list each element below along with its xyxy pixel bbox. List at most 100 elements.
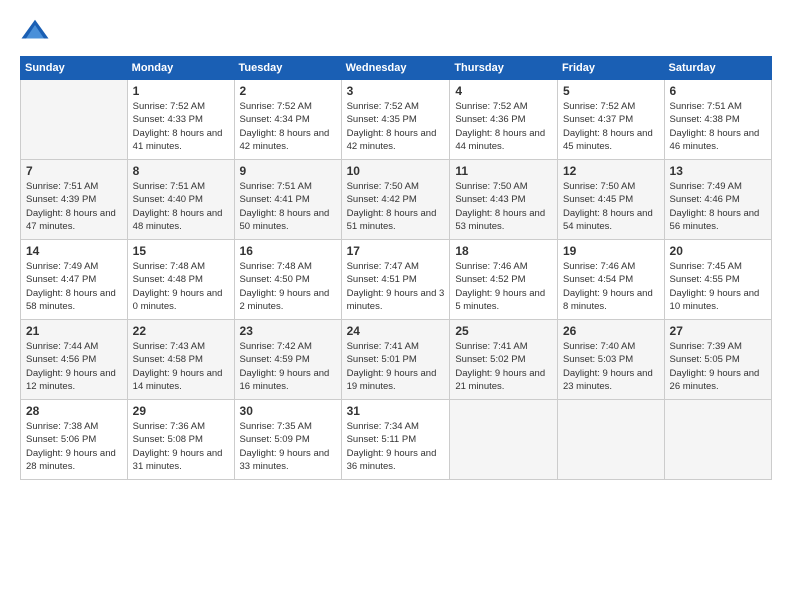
calendar-cell: 8 Sunrise: 7:51 AMSunset: 4:40 PMDaylight… [127,160,234,240]
calendar-cell: 30 Sunrise: 7:35 AMSunset: 5:09 PMDayligh… [234,400,341,480]
day-number: 7 [26,164,122,178]
day-number: 13 [670,164,766,178]
weekday-header-monday: Monday [127,57,234,80]
calendar-cell: 7 Sunrise: 7:51 AMSunset: 4:39 PMDaylight… [21,160,128,240]
day-info: Sunrise: 7:49 AMSunset: 4:46 PMDaylight:… [670,180,766,233]
day-number: 17 [347,244,445,258]
header [20,16,772,46]
day-info: Sunrise: 7:38 AMSunset: 5:06 PMDaylight:… [26,420,122,473]
day-number: 5 [563,84,659,98]
day-number: 28 [26,404,122,418]
day-number: 16 [240,244,336,258]
calendar-cell [450,400,558,480]
calendar-cell [21,80,128,160]
day-info: Sunrise: 7:51 AMSunset: 4:41 PMDaylight:… [240,180,336,233]
calendar-cell: 17 Sunrise: 7:47 AMSunset: 4:51 PMDayligh… [341,240,450,320]
day-number: 11 [455,164,552,178]
calendar-cell: 27 Sunrise: 7:39 AMSunset: 5:05 PMDayligh… [664,320,771,400]
weekday-header-sunday: Sunday [21,57,128,80]
day-info: Sunrise: 7:44 AMSunset: 4:56 PMDaylight:… [26,340,122,393]
day-number: 4 [455,84,552,98]
logo [20,16,54,46]
day-number: 21 [26,324,122,338]
calendar-cell: 21 Sunrise: 7:44 AMSunset: 4:56 PMDayligh… [21,320,128,400]
calendar-cell: 25Sunrise: 7:41 AMSunset: 5:02 PMDayligh… [450,320,558,400]
calendar-cell: 20 Sunrise: 7:45 AMSunset: 4:55 PMDayligh… [664,240,771,320]
day-number: 14 [26,244,122,258]
day-number: 27 [670,324,766,338]
calendar-cell: 9 Sunrise: 7:51 AMSunset: 4:41 PMDaylight… [234,160,341,240]
calendar-week-3: 14 Sunrise: 7:49 AMSunset: 4:47 PMDayligh… [21,240,772,320]
day-info: Sunrise: 7:47 AMSunset: 4:51 PMDaylight:… [347,260,445,313]
day-info: Sunrise: 7:51 AMSunset: 4:40 PMDaylight:… [133,180,229,233]
day-info: Sunrise: 7:35 AMSunset: 5:09 PMDaylight:… [240,420,336,473]
calendar-cell [664,400,771,480]
calendar-week-5: 28 Sunrise: 7:38 AMSunset: 5:06 PMDayligh… [21,400,772,480]
calendar-cell: 10 Sunrise: 7:50 AMSunset: 4:42 PMDayligh… [341,160,450,240]
day-number: 25 [455,324,552,338]
day-info: Sunrise: 7:48 AMSunset: 4:48 PMDaylight:… [133,260,229,313]
day-number: 18 [455,244,552,258]
calendar-cell: 28 Sunrise: 7:38 AMSunset: 5:06 PMDayligh… [21,400,128,480]
day-number: 12 [563,164,659,178]
day-info: Sunrise: 7:52 AMSunset: 4:35 PMDaylight:… [347,100,445,153]
day-info: Sunrise: 7:50 AMSunset: 4:42 PMDaylight:… [347,180,445,233]
day-info: Sunrise: 7:49 AMSunset: 4:47 PMDaylight:… [26,260,122,313]
calendar-cell: 4 Sunrise: 7:52 AMSunset: 4:36 PMDaylight… [450,80,558,160]
day-info: Sunrise: 7:39 AMSunset: 5:05 PMDaylight:… [670,340,766,393]
calendar-cell: 3 Sunrise: 7:52 AMSunset: 4:35 PMDaylight… [341,80,450,160]
day-info: Sunrise: 7:46 AMSunset: 4:54 PMDaylight:… [563,260,659,313]
day-number: 1 [133,84,229,98]
weekday-header-wednesday: Wednesday [341,57,450,80]
calendar-week-4: 21 Sunrise: 7:44 AMSunset: 4:56 PMDayligh… [21,320,772,400]
day-number: 31 [347,404,445,418]
calendar-cell: 12Sunrise: 7:50 AMSunset: 4:45 PMDayligh… [557,160,664,240]
calendar-cell: 18 Sunrise: 7:46 AMSunset: 4:52 PMDayligh… [450,240,558,320]
calendar-cell: 11Sunrise: 7:50 AMSunset: 4:43 PMDayligh… [450,160,558,240]
day-info: Sunrise: 7:43 AMSunset: 4:58 PMDaylight:… [133,340,229,393]
day-number: 20 [670,244,766,258]
day-info: Sunrise: 7:42 AMSunset: 4:59 PMDaylight:… [240,340,336,393]
calendar-cell: 15 Sunrise: 7:48 AMSunset: 4:48 PMDayligh… [127,240,234,320]
day-number: 24 [347,324,445,338]
day-number: 10 [347,164,445,178]
calendar-cell: 14 Sunrise: 7:49 AMSunset: 4:47 PMDayligh… [21,240,128,320]
day-info: Sunrise: 7:52 AMSunset: 4:33 PMDaylight:… [133,100,229,153]
day-info: Sunrise: 7:48 AMSunset: 4:50 PMDaylight:… [240,260,336,313]
page: SundayMondayTuesdayWednesdayThursdayFrid… [0,0,792,612]
calendar-cell: 5Sunrise: 7:52 AMSunset: 4:37 PMDaylight… [557,80,664,160]
day-number: 9 [240,164,336,178]
day-info: Sunrise: 7:40 AMSunset: 5:03 PMDaylight:… [563,340,659,393]
day-info: Sunrise: 7:51 AMSunset: 4:38 PMDaylight:… [670,100,766,153]
calendar-cell: 13 Sunrise: 7:49 AMSunset: 4:46 PMDayligh… [664,160,771,240]
day-number: 3 [347,84,445,98]
calendar-cell: 16 Sunrise: 7:48 AMSunset: 4:50 PMDayligh… [234,240,341,320]
day-info: Sunrise: 7:51 AMSunset: 4:39 PMDaylight:… [26,180,122,233]
weekday-header-friday: Friday [557,57,664,80]
day-number: 8 [133,164,229,178]
logo-icon [20,16,50,46]
day-number: 22 [133,324,229,338]
calendar-cell: 29Sunrise: 7:36 AMSunset: 5:08 PMDayligh… [127,400,234,480]
day-info: Sunrise: 7:41 AMSunset: 5:01 PMDaylight:… [347,340,445,393]
calendar-cell: 1 Sunrise: 7:52 AMSunset: 4:33 PMDaylight… [127,80,234,160]
day-number: 19 [563,244,659,258]
day-number: 15 [133,244,229,258]
day-info: Sunrise: 7:46 AMSunset: 4:52 PMDaylight:… [455,260,552,313]
calendar-cell: 2Sunrise: 7:52 AMSunset: 4:34 PMDaylight… [234,80,341,160]
weekday-header-tuesday: Tuesday [234,57,341,80]
day-number: 29 [133,404,229,418]
calendar-cell: 24 Sunrise: 7:41 AMSunset: 5:01 PMDayligh… [341,320,450,400]
day-info: Sunrise: 7:45 AMSunset: 4:55 PMDaylight:… [670,260,766,313]
day-number: 23 [240,324,336,338]
calendar-week-1: 1 Sunrise: 7:52 AMSunset: 4:33 PMDaylight… [21,80,772,160]
calendar-cell: 31Sunrise: 7:34 AMSunset: 5:11 PMDayligh… [341,400,450,480]
day-number: 6 [670,84,766,98]
day-number: 30 [240,404,336,418]
day-info: Sunrise: 7:52 AMSunset: 4:36 PMDaylight:… [455,100,552,153]
weekday-header-saturday: Saturday [664,57,771,80]
calendar-cell: 23 Sunrise: 7:42 AMSunset: 4:59 PMDayligh… [234,320,341,400]
calendar-cell: 19 Sunrise: 7:46 AMSunset: 4:54 PMDayligh… [557,240,664,320]
day-number: 26 [563,324,659,338]
calendar-cell: 22 Sunrise: 7:43 AMSunset: 4:58 PMDayligh… [127,320,234,400]
